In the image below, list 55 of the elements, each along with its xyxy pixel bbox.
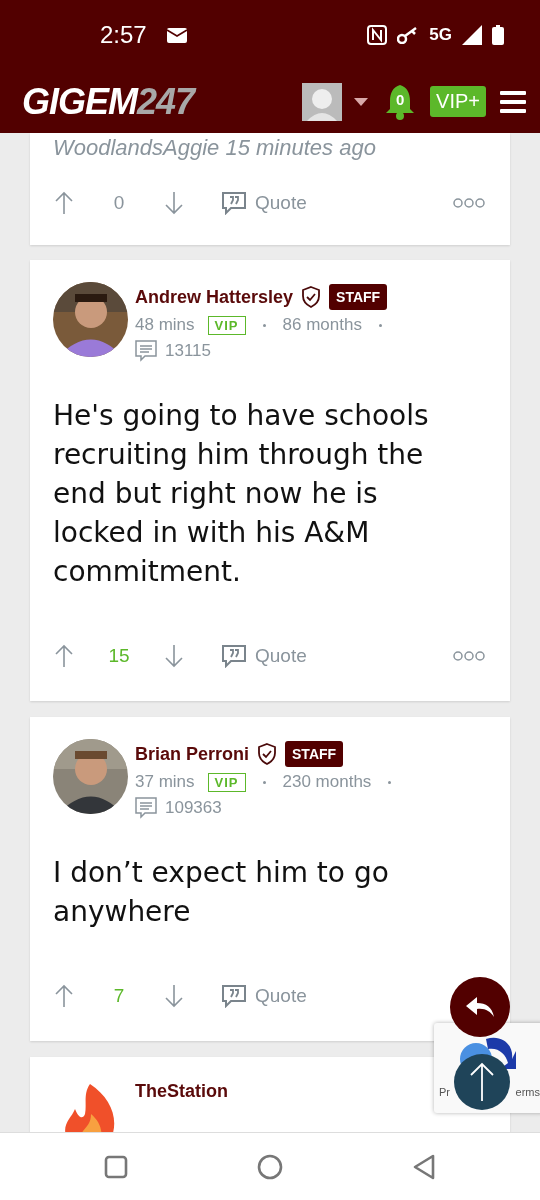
shield-check-icon xyxy=(257,743,278,765)
post-time: 48 mins xyxy=(135,315,195,335)
vip-badge: VIP xyxy=(207,772,246,792)
shield-check-icon xyxy=(301,286,322,308)
dot-separator xyxy=(262,323,266,327)
user-avatar[interactable] xyxy=(302,82,343,121)
member-tenure: 86 months xyxy=(282,315,362,335)
dot-separator xyxy=(378,323,382,327)
more-icon[interactable] xyxy=(453,197,485,209)
staff-badge: STAFF xyxy=(285,741,344,767)
downvote-icon[interactable] xyxy=(165,984,183,1008)
author-name[interactable]: Andrew Hattersley xyxy=(135,286,294,308)
back-icon[interactable] xyxy=(411,1153,436,1180)
author-name[interactable]: TheStation xyxy=(135,1081,228,1102)
recents-icon[interactable] xyxy=(104,1154,129,1179)
dot-separator xyxy=(262,780,266,784)
vote-count: 15 xyxy=(107,645,131,667)
menu-icon[interactable] xyxy=(500,90,526,113)
post-body: I don’t expect him to go anywhere xyxy=(53,855,390,930)
post-count: 109363 xyxy=(165,798,222,818)
home-icon[interactable] xyxy=(257,1153,283,1180)
post-byline: WoodlandsAggie 15 minutes ago xyxy=(53,135,377,161)
vip-badge: VIP xyxy=(207,315,246,335)
recaptcha-text[interactable]: Pr xyxy=(439,1086,450,1098)
post-body: He's going to have schools recruiting him through the end but right now he is locked in with his A&M commitment. xyxy=(53,398,430,590)
reply-arrow-icon xyxy=(465,996,495,1018)
member-tenure: 230 months xyxy=(282,772,372,792)
dot-separator xyxy=(388,780,392,784)
comment-icon xyxy=(135,340,157,362)
nfc-icon xyxy=(367,25,388,45)
mail-icon xyxy=(166,27,187,43)
vote-count: 0 xyxy=(112,192,126,214)
comment-icon xyxy=(135,797,157,819)
quote-icon xyxy=(221,644,247,668)
post-count: 13115 xyxy=(165,341,211,361)
caret-icon[interactable] xyxy=(354,97,369,106)
signal-icon xyxy=(462,25,482,45)
vote-count: 7 xyxy=(112,985,126,1007)
recaptcha-text[interactable]: erms xyxy=(515,1086,540,1098)
battery-icon xyxy=(492,25,504,45)
staff-badge: STAFF xyxy=(329,284,388,310)
quote-icon xyxy=(221,191,247,215)
upvote-icon[interactable] xyxy=(55,191,73,215)
arrow-up-icon xyxy=(470,1062,494,1102)
more-icon[interactable] xyxy=(453,650,485,662)
site-logo[interactable]: GIGEM247 xyxy=(22,80,195,123)
upvote-icon[interactable] xyxy=(55,644,73,668)
clock: 2:57 xyxy=(100,21,147,49)
upvote-icon[interactable] xyxy=(55,984,73,1008)
post-time: 37 mins xyxy=(135,772,195,792)
quote-icon xyxy=(221,984,247,1008)
network-label: 5G xyxy=(429,25,452,45)
author-name[interactable]: Brian Perroni xyxy=(135,743,250,765)
downvote-icon[interactable] xyxy=(165,191,183,215)
downvote-icon[interactable] xyxy=(165,644,183,668)
